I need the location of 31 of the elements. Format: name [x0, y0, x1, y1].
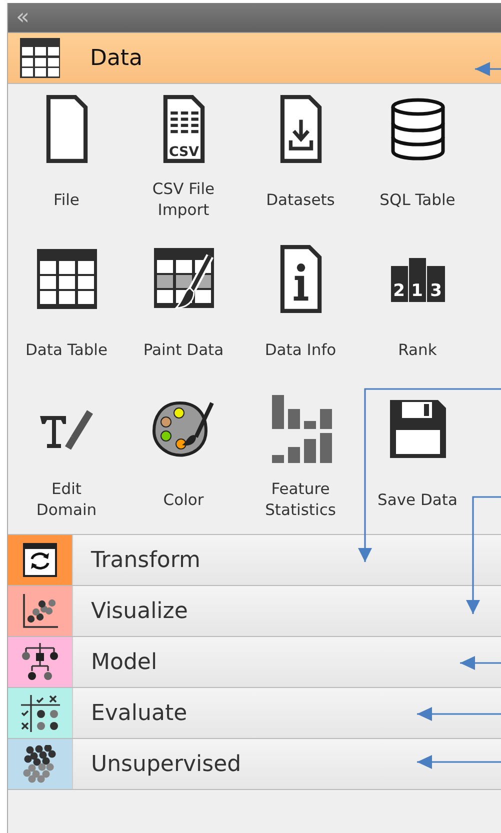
table-icon: [19, 37, 61, 79]
download-document-icon: [278, 94, 322, 164]
spreadsheet-document-icon: CSV: [162, 94, 206, 164]
tree-icon: [20, 641, 60, 683]
category-header[interactable]: Transform: [8, 535, 501, 586]
widget-button[interactable]: Color: [125, 384, 242, 534]
confusion-matrix-icon: [19, 693, 61, 733]
widget-button[interactable]: Data Info: [242, 234, 359, 384]
widget-button[interactable]: Save Data: [359, 384, 476, 534]
refresh-icon: [23, 543, 57, 577]
annotation-arrow: [475, 62, 501, 76]
widget-button[interactable]: CSV CSV File Import: [125, 84, 242, 234]
category-header[interactable]: Model: [8, 637, 501, 688]
bar-chart-icon: [270, 394, 332, 464]
category-header[interactable]: Visualize: [8, 586, 501, 637]
widget-button[interactable]: Data Table: [8, 234, 125, 384]
category-header[interactable]: Data: [8, 33, 501, 84]
widget-button[interactable]: Datasets: [242, 84, 359, 234]
widget-button[interactable]: 2 1 3 Rank: [359, 234, 476, 384]
category-header[interactable]: Unsupervised: [8, 739, 501, 790]
annotation-arrow: [460, 656, 501, 670]
cluster-icon: [22, 745, 58, 783]
category-header[interactable]: Evaluate: [8, 688, 501, 739]
widget-button[interactable]: Paint Data: [125, 234, 242, 384]
widget-button[interactable]: SQL Table: [359, 84, 476, 234]
widget-button[interactable]: Feature Statistics: [242, 384, 359, 534]
info-document-icon: [278, 244, 322, 314]
document-icon: [44, 94, 88, 164]
widget-button[interactable]: File: [8, 84, 125, 234]
scatter-plot-icon: [21, 592, 59, 630]
widget-button[interactable]: Edit Domain: [8, 384, 125, 534]
